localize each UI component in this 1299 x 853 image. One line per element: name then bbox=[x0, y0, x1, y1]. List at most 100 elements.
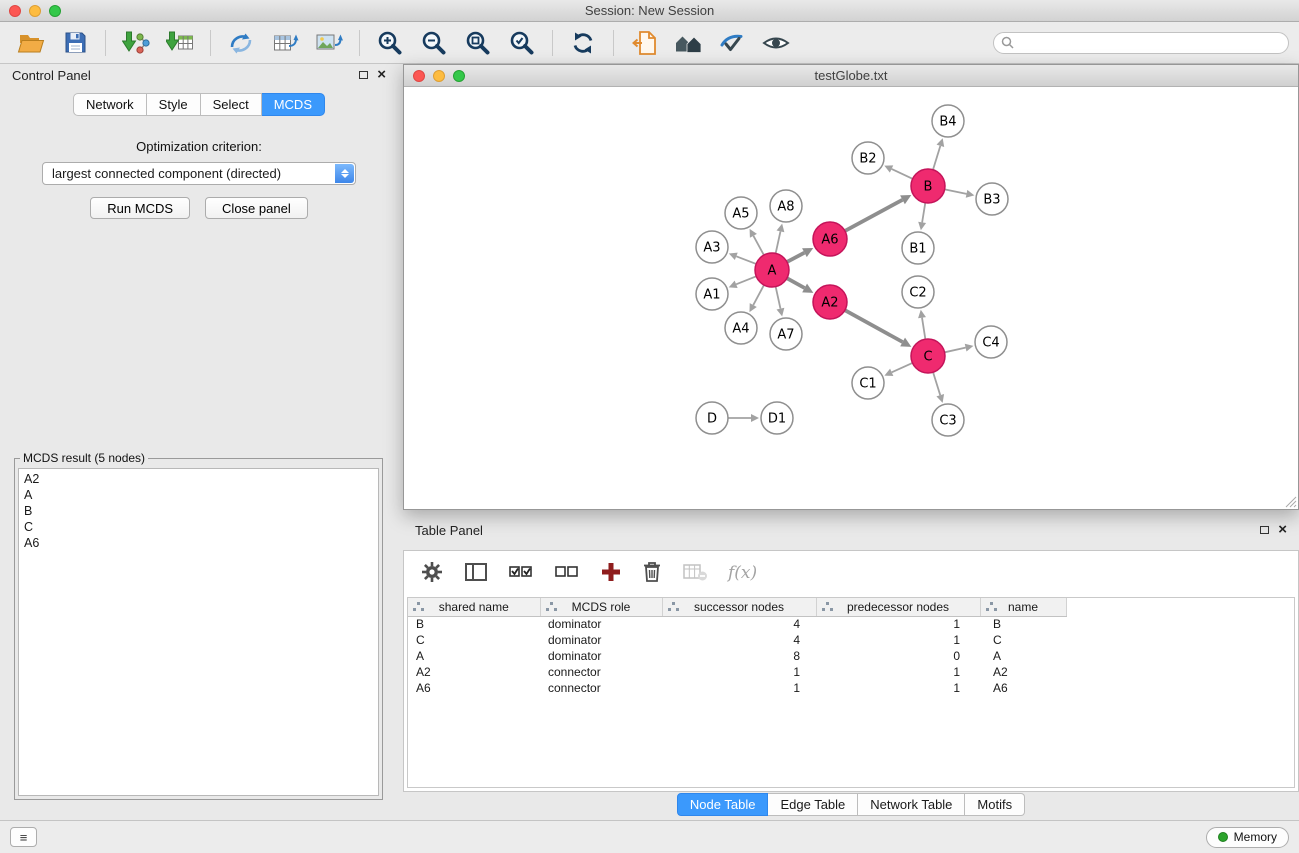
function-builder-button[interactable]: f(x) bbox=[728, 563, 757, 583]
close-table-panel-icon[interactable]: × bbox=[1278, 525, 1287, 535]
graph-node-D[interactable]: D bbox=[696, 402, 728, 434]
graph-node-B[interactable]: B bbox=[911, 169, 945, 203]
graph-node-C3[interactable]: C3 bbox=[932, 404, 964, 436]
tab-style[interactable]: Style bbox=[147, 93, 201, 116]
graph-node-A5[interactable]: A5 bbox=[725, 197, 757, 229]
column-header-predecessor-nodes[interactable]: predecessor nodes bbox=[816, 598, 980, 616]
table-cell[interactable]: connector bbox=[540, 664, 662, 680]
graph-edge-A2-C[interactable] bbox=[845, 310, 903, 342]
network-maximize-button[interactable] bbox=[453, 70, 465, 82]
table-cell[interactable]: C bbox=[408, 632, 540, 648]
close-panel-icon[interactable]: × bbox=[377, 70, 386, 80]
graph-edge-B-B1[interactable] bbox=[922, 203, 925, 223]
graph-node-A8[interactable]: A8 bbox=[770, 190, 802, 222]
deselect-all-rows-button[interactable] bbox=[554, 561, 580, 586]
tab-network[interactable]: Network bbox=[73, 93, 147, 116]
graph-edge-B-B2[interactable] bbox=[892, 169, 913, 179]
network-graph[interactable]: B4B2BB3A5A8A6A3B1AC2A1A2A4A7C4CC1DD1C3 bbox=[404, 87, 1298, 509]
graph-edge-C-C3[interactable] bbox=[933, 372, 940, 395]
float-table-panel-icon[interactable] bbox=[1260, 526, 1269, 534]
graph-edge-A-A2[interactable] bbox=[787, 278, 805, 288]
export-image-button[interactable] bbox=[308, 26, 350, 60]
dropdown-stepper-icon[interactable] bbox=[335, 164, 354, 183]
home-button[interactable] bbox=[667, 26, 709, 60]
refresh-view-button[interactable] bbox=[562, 26, 604, 60]
mcds-result-list[interactable]: A2ABCA6 bbox=[18, 468, 379, 796]
zoom-in-button[interactable] bbox=[369, 26, 411, 60]
graph-node-C2[interactable]: C2 bbox=[902, 276, 934, 308]
graph-node-C4[interactable]: C4 bbox=[975, 326, 1007, 358]
graph-edge-A-A7[interactable] bbox=[776, 287, 781, 309]
table-settings-button[interactable] bbox=[420, 560, 444, 587]
tab-mcds[interactable]: MCDS bbox=[262, 93, 325, 116]
graph-node-C[interactable]: C bbox=[911, 339, 945, 373]
table-row[interactable]: Cdominator41C bbox=[408, 632, 1294, 648]
table-cell[interactable]: dominator bbox=[540, 616, 662, 632]
mcds-result-item[interactable]: B bbox=[19, 503, 378, 519]
table-row[interactable]: A2connector11A2 bbox=[408, 664, 1294, 680]
mcds-result-item[interactable]: A bbox=[19, 487, 378, 503]
style-check-button[interactable] bbox=[711, 26, 753, 60]
graph-edge-A-A1[interactable] bbox=[736, 276, 756, 284]
graph-edge-C-C2[interactable] bbox=[922, 318, 925, 340]
maximize-window-button[interactable] bbox=[49, 5, 61, 17]
table-row[interactable]: Bdominator41B bbox=[408, 616, 1294, 632]
graph-node-D1[interactable]: D1 bbox=[761, 402, 793, 434]
table-cell[interactable]: C bbox=[980, 632, 1066, 648]
import-network-button[interactable] bbox=[115, 26, 157, 60]
graph-node-A4[interactable]: A4 bbox=[725, 312, 757, 344]
graph-node-B4[interactable]: B4 bbox=[932, 105, 964, 137]
graph-node-A6[interactable]: A6 bbox=[813, 222, 847, 256]
select-all-rows-button[interactable] bbox=[508, 561, 534, 586]
graph-edge-A-A3[interactable] bbox=[736, 256, 756, 264]
optimization-criterion-dropdown[interactable]: largest connected component (directed) bbox=[42, 162, 356, 185]
tab-node-table[interactable]: Node Table bbox=[677, 793, 769, 816]
graph-edge-C-C4[interactable] bbox=[945, 348, 966, 353]
table-cell[interactable]: 4 bbox=[662, 632, 816, 648]
table-cell[interactable]: A bbox=[980, 648, 1066, 664]
table-cell[interactable]: connector bbox=[540, 680, 662, 696]
graph-node-A1[interactable]: A1 bbox=[696, 278, 728, 310]
table-cell[interactable]: A bbox=[408, 648, 540, 664]
graph-edge-B-B3[interactable] bbox=[945, 189, 967, 193]
table-cell[interactable]: 1 bbox=[816, 632, 980, 648]
table-row[interactable]: A6connector11A6 bbox=[408, 680, 1294, 696]
column-header-shared-name[interactable]: shared name bbox=[408, 598, 540, 616]
table-cell[interactable]: 8 bbox=[662, 648, 816, 664]
graph-edge-A-A8[interactable] bbox=[776, 231, 781, 253]
mcds-result-item[interactable]: C bbox=[19, 519, 378, 535]
table-cell[interactable]: B bbox=[408, 616, 540, 632]
table-cell[interactable]: B bbox=[980, 616, 1066, 632]
table-cell[interactable]: A6 bbox=[408, 680, 540, 696]
close-panel-button[interactable]: Close panel bbox=[205, 197, 308, 219]
zoom-selected-button[interactable] bbox=[501, 26, 543, 60]
search-box[interactable] bbox=[993, 32, 1289, 54]
graph-edge-A-A6[interactable] bbox=[787, 253, 804, 262]
network-minimize-button[interactable] bbox=[433, 70, 445, 82]
column-header-MCDS-role[interactable]: MCDS role bbox=[540, 598, 662, 616]
new-table-button[interactable] bbox=[264, 26, 306, 60]
graph-edge-A6-B[interactable] bbox=[845, 200, 903, 231]
table-cell[interactable]: dominator bbox=[540, 648, 662, 664]
graph-node-A7[interactable]: A7 bbox=[770, 318, 802, 350]
zoom-fit-button[interactable] bbox=[457, 26, 499, 60]
open-document-button[interactable] bbox=[623, 26, 665, 60]
graph-node-B1[interactable]: B1 bbox=[902, 232, 934, 264]
table-cell[interactable]: 1 bbox=[816, 664, 980, 680]
table-cell[interactable]: A2 bbox=[980, 664, 1066, 680]
mcds-result-item[interactable]: A6 bbox=[19, 535, 378, 551]
table-cell[interactable]: 4 bbox=[662, 616, 816, 632]
graph-edge-C-C1[interactable] bbox=[892, 363, 913, 372]
memory-button[interactable]: Memory bbox=[1206, 827, 1289, 848]
graph-edge-A-A4[interactable] bbox=[753, 285, 764, 305]
table-cell[interactable]: 1 bbox=[816, 680, 980, 696]
table-cell[interactable]: A2 bbox=[408, 664, 540, 680]
column-header-name[interactable]: name bbox=[980, 598, 1066, 616]
task-history-button[interactable]: ≡ bbox=[10, 827, 37, 847]
table-cell[interactable]: A6 bbox=[980, 680, 1066, 696]
open-session-button[interactable] bbox=[10, 26, 52, 60]
run-mcds-button[interactable]: Run MCDS bbox=[90, 197, 190, 219]
save-session-button[interactable] bbox=[54, 26, 96, 60]
tab-select[interactable]: Select bbox=[201, 93, 262, 116]
column-header-successor-nodes[interactable]: successor nodes bbox=[662, 598, 816, 616]
